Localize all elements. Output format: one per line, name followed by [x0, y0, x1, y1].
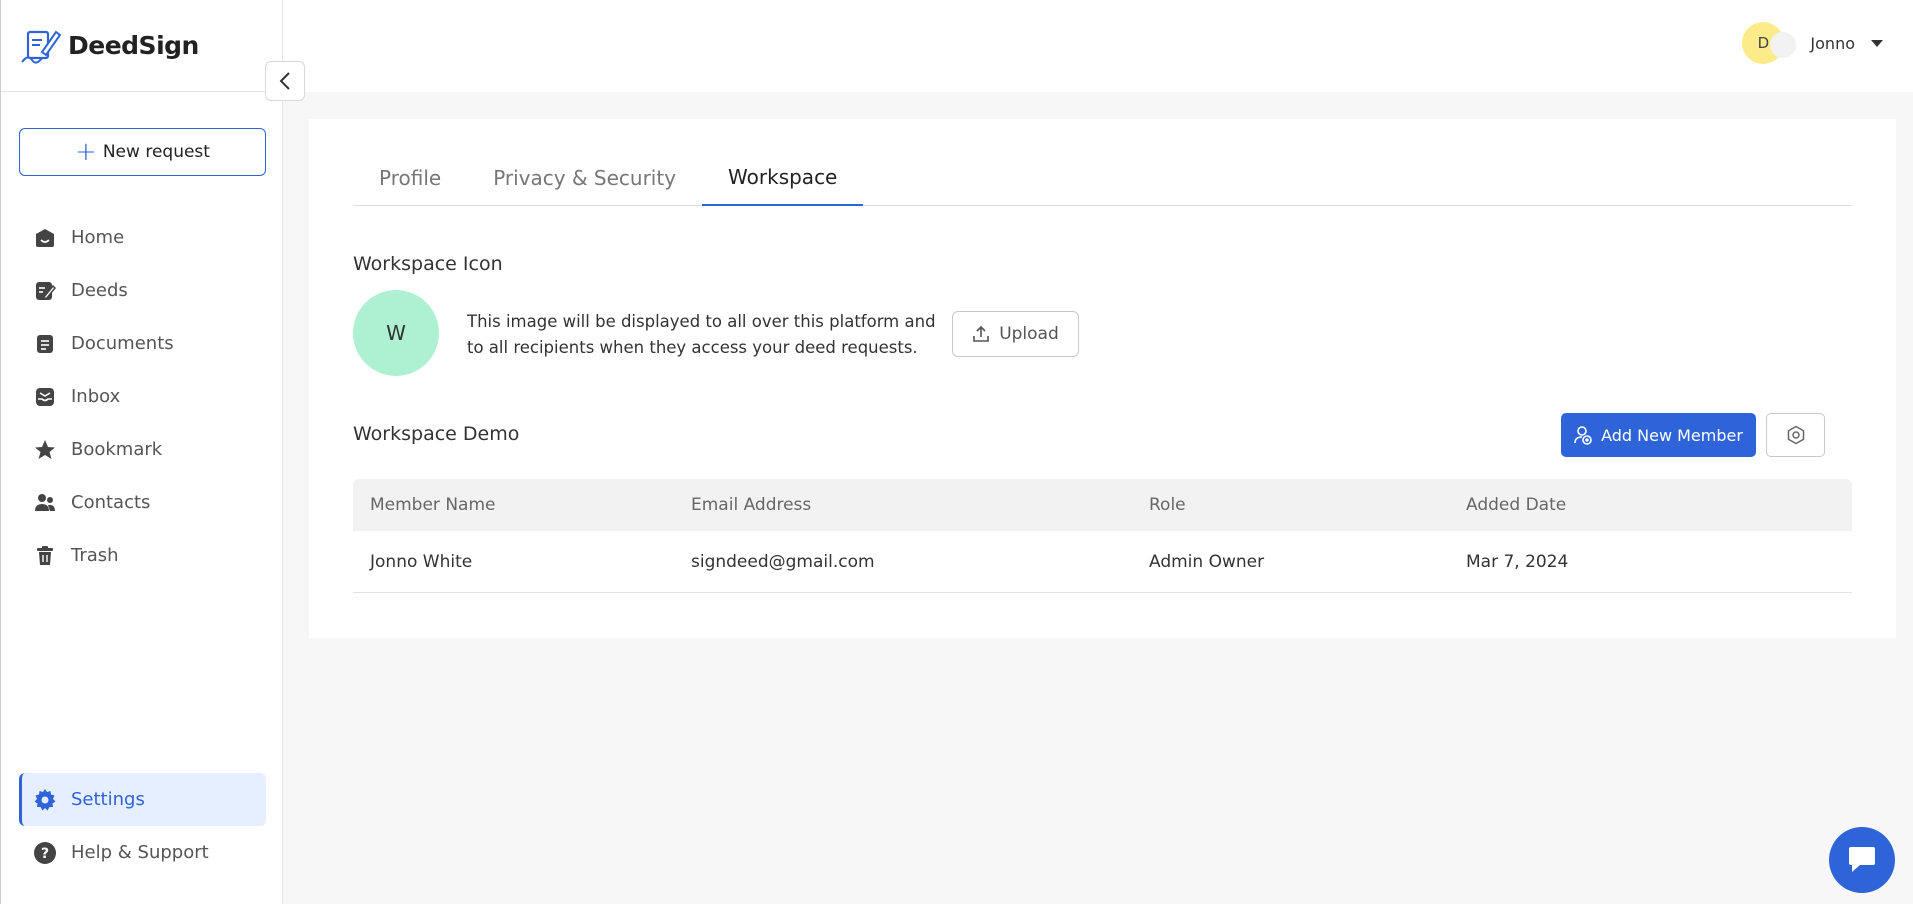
- table-header: Member Name Email Address Role Added Dat…: [353, 479, 1852, 531]
- add-user-icon: [1574, 426, 1592, 445]
- user-menu[interactable]: D Jonno: [1742, 22, 1883, 64]
- member-role-cell: Admin Owner: [1149, 551, 1265, 572]
- workspace-icon-description: This image will be displayed to all over…: [467, 312, 936, 357]
- chat-support-button[interactable]: [1829, 827, 1895, 893]
- tab-privacy-security[interactable]: Privacy & Security: [467, 149, 702, 206]
- sidebar-item-label: Home: [71, 227, 125, 248]
- column-header-email: Email Address: [691, 495, 812, 515]
- add-new-member-button[interactable]: Add New Member: [1561, 413, 1756, 457]
- member-email-cell: signdeed@gmail.com: [691, 551, 875, 572]
- brand-name: DeedSign: [68, 31, 199, 60]
- new-request-button[interactable]: + New request: [19, 128, 266, 176]
- deedsign-logo-icon: [21, 30, 62, 64]
- sidebar-item-help[interactable]: ? Help & Support: [19, 826, 266, 879]
- gear-icon: [33, 788, 57, 812]
- sidebar-item-label: Settings: [71, 789, 145, 810]
- sidebar-item-label: Documents: [71, 333, 174, 354]
- avatar-initial: D: [1757, 34, 1770, 52]
- upload-icon: [973, 325, 990, 342]
- sidebar-item-bookmark[interactable]: Bookmark: [19, 423, 266, 476]
- sidebar-item-documents[interactable]: Documents: [19, 317, 266, 370]
- avatar-overlay: [1770, 32, 1797, 58]
- contacts-icon: [33, 491, 57, 515]
- sidebar-item-label: Bookmark: [71, 439, 163, 460]
- workspace-icon: W: [353, 290, 439, 376]
- sidebar-item-settings[interactable]: Settings: [19, 773, 266, 826]
- upload-label: Upload: [999, 324, 1059, 344]
- sidebar-item-label: Contacts: [71, 492, 151, 513]
- column-header-role: Role: [1149, 495, 1186, 515]
- chevron-left-icon: [279, 72, 290, 90]
- column-header-added-date: Added Date: [1466, 495, 1567, 515]
- sidebar-item-home[interactable]: Home: [19, 211, 266, 264]
- sidebar-bottom-nav: Settings ? Help & Support: [19, 773, 266, 879]
- plus-icon: +: [75, 137, 97, 167]
- column-header-member-name: Member Name: [370, 495, 496, 515]
- sidebar-item-label: Trash: [71, 545, 119, 566]
- member-added-date-cell: Mar 7, 2024: [1466, 551, 1569, 572]
- upload-button[interactable]: Upload: [952, 311, 1079, 357]
- home-icon: [33, 226, 57, 250]
- brand[interactable]: DeedSign: [1, 0, 282, 92]
- deeds-icon: [33, 279, 57, 303]
- trash-icon: [33, 544, 57, 568]
- settings-tabs: Profile Privacy & Security Workspace: [353, 149, 1852, 206]
- tab-profile[interactable]: Profile: [353, 149, 467, 206]
- sidebar-item-label: Deeds: [71, 280, 128, 301]
- topbar: D Jonno: [283, 0, 1913, 92]
- caret-down-icon: [1871, 39, 1883, 47]
- workspace-name: Workspace Demo: [353, 423, 520, 445]
- sidebar-nav: Home Deeds Documents Inbox Bookmark Cont…: [19, 211, 266, 582]
- add-new-member-label: Add New Member: [1601, 425, 1743, 445]
- workspace-icon-title: Workspace Icon: [353, 253, 503, 275]
- sidebar-item-inbox[interactable]: Inbox: [19, 370, 266, 423]
- sidebar-item-contacts[interactable]: Contacts: [19, 476, 266, 529]
- chat-icon: [1849, 847, 1875, 872]
- star-icon: [33, 438, 57, 462]
- new-request-label: New request: [102, 142, 210, 162]
- documents-icon: [33, 332, 57, 356]
- avatar: D: [1742, 22, 1797, 64]
- svg-text:?: ?: [41, 846, 49, 862]
- help-icon: ?: [33, 841, 57, 865]
- table-row[interactable]: Jonno White signdeed@gmail.com Admin Own…: [353, 531, 1852, 593]
- sidebar-item-label: Inbox: [71, 386, 121, 407]
- tab-workspace[interactable]: Workspace: [702, 149, 864, 206]
- settings-icon: [1787, 425, 1804, 445]
- settings-card: Profile Privacy & Security Workspace Wor…: [309, 119, 1896, 638]
- sidebar-item-label: Help & Support: [71, 842, 209, 863]
- sidebar-item-deeds[interactable]: Deeds: [19, 264, 266, 317]
- members-table: Member Name Email Address Role Added Dat…: [353, 479, 1852, 593]
- inbox-icon: [33, 385, 57, 409]
- member-name-cell: Jonno White: [370, 551, 473, 572]
- sidebar-item-trash[interactable]: Trash: [19, 529, 266, 582]
- workspace-settings-button[interactable]: [1766, 413, 1825, 457]
- sidebar: DeedSign + New request Home Deeds Docume…: [0, 0, 283, 904]
- collapse-sidebar-button[interactable]: [265, 61, 305, 101]
- user-name: Jonno: [1810, 33, 1855, 53]
